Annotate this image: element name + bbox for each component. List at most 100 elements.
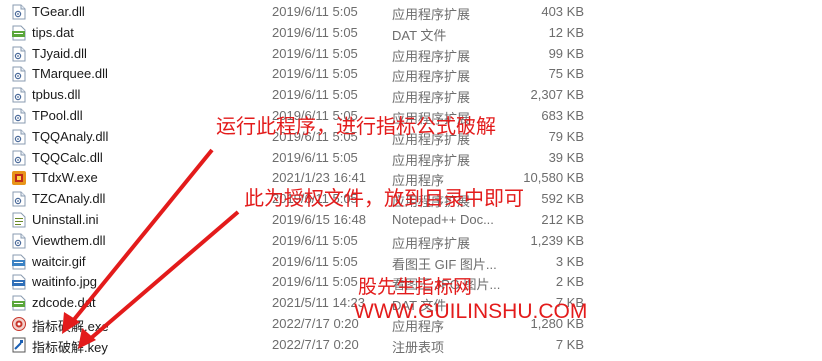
file-type: 应用程序扩展 [392,194,471,210]
file-type: 应用程序扩展 [392,152,471,168]
file-modified-date: 2019/6/11 5:05 [272,128,358,144]
file-type: Notepad++ Doc... [392,212,494,227]
file-size: 2 KB [555,274,584,290]
dll-file-icon [12,66,26,82]
file-row[interactable]: tpbus.dll 2019/6/11 5:05 应用程序扩展 2,307 KB [0,85,822,106]
file-type: 应用程序扩展 [392,235,471,251]
file-row[interactable]: tips.dat 2019/6/11 5:05 DAT 文件 12 KB [0,23,822,44]
file-type: 看图王 GIF 图片... [392,256,497,272]
crack-app-icon [12,316,26,332]
file-type: DAT 文件 [392,27,447,43]
file-row[interactable]: zdcode.dat 2021/5/11 14:23 DAT 文件 7 KB [0,293,822,314]
file-name: tips.dat [32,24,74,40]
file-row[interactable]: TPool.dll 2019/6/11 5:05 应用程序扩展 683 KB [0,106,822,127]
file-name: waitinfo.jpg [32,274,98,290]
file-size: 75 KB [548,66,584,82]
file-modified-date: 2019/6/11 5:05 [272,253,358,269]
file-type: 看图王 JPG 图片... [392,277,501,293]
file-modified-date: 2019/6/11 5:05 [272,108,358,123]
file-row[interactable]: TGear.dll 2019/6/11 5:05 应用程序扩展 403 KB [0,2,822,23]
exe-app-icon [12,170,26,186]
file-name: tpbus.dll [32,87,81,103]
file-name: TMarquee.dll [32,66,108,82]
file-modified-date: 2022/7/17 0:20 [272,336,359,352]
file-name: Viewthem.dll [32,232,106,248]
file-row[interactable]: waitcir.gif 2019/6/11 5:05 看图王 GIF 图片... 3 … [0,252,822,273]
file-size: 79 KB [548,128,584,144]
file-type: 应用程序扩展 [392,48,471,64]
file-type: 应用程序扩展 [392,131,471,147]
file-size: 2,307 KB [530,87,585,103]
file-modified-date: 2019/6/11 5:05 [272,191,358,207]
file-size: 1,239 KB [530,232,585,248]
file-modified-date: 2019/6/11 5:05 [272,66,358,82]
file-modified-date: 2019/6/11 5:05 [272,232,358,248]
file-name: TZCAnaly.dll [32,191,106,207]
file-type: 应用程序扩展 [392,111,471,126]
file-row[interactable]: 指标破解.exe 2022/7/17 0:20 应用程序 1,280 KB [0,314,822,335]
dll-file-icon [12,191,26,207]
file-size: 403 KB [541,4,584,19]
dll-file-icon [12,87,26,103]
file-modified-date: 2019/6/11 5:05 [272,149,358,165]
file-name: TJyaid.dll [32,45,87,61]
file-size: 1,280 KB [530,316,585,331]
file-name: TQQCalc.dll [32,149,103,165]
file-modified-date: 2019/6/11 5:05 [272,4,358,19]
file-modified-date: 2019/6/11 5:05 [272,24,358,40]
file-row[interactable]: TJyaid.dll 2019/6/11 5:05 应用程序扩展 99 KB [0,44,822,65]
file-type: 应用程序扩展 [392,7,471,22]
dat-file-icon [12,25,26,41]
file-name: zdcode.dat [32,295,96,311]
file-size: 212 KB [541,212,584,227]
file-modified-date: 2021/5/11 14:23 [272,295,366,311]
file-name: TTdxW.exe [32,170,98,186]
key-file-icon [12,337,26,353]
file-size: 12 KB [548,24,584,40]
dll-file-icon [12,150,26,166]
dll-file-icon [12,46,26,62]
file-list: TGear.dll 2019/6/11 5:05 应用程序扩展 403 KB tips.… [0,0,822,361]
file-type: 应用程序扩展 [392,69,471,85]
file-row[interactable]: TQQCalc.dll 2019/6/11 5:05 应用程序扩展 39 KB [0,148,822,169]
dll-file-icon [12,108,26,124]
file-modified-date: 2019/6/11 5:05 [272,45,358,61]
jpg-image-icon [12,274,26,290]
file-name: Uninstall.ini [32,212,99,227]
file-size: 3 KB [555,253,584,269]
file-row[interactable]: Uninstall.ini 2019/6/15 16:48 Notepad++ Do… [0,210,822,231]
file-row[interactable]: TZCAnaly.dll 2019/6/11 5:05 应用程序扩展 592 KB [0,189,822,210]
file-size: 10,580 KB [523,170,584,186]
dll-file-icon [12,129,26,145]
file-type: 应用程序扩展 [392,90,471,106]
file-name: TPool.dll [32,108,83,123]
file-modified-date: 2019/6/11 5:05 [272,274,358,290]
file-name: TQQAnaly.dll [32,128,109,144]
file-name: 指标破解.exe [32,319,109,334]
file-name: 指标破解.key [32,339,108,355]
file-type: 应用程序 [392,319,445,334]
file-size: 99 KB [548,45,584,61]
dll-file-icon [12,233,26,249]
file-type: 应用程序 [392,173,445,189]
file-size: 592 KB [541,191,584,207]
dll-file-icon [12,4,26,20]
file-size: 7 KB [555,336,584,352]
file-name: TGear.dll [32,4,85,19]
file-row[interactable]: 指标破解.key 2022/7/17 0:20 注册表项 7 KB [0,335,822,356]
file-row[interactable]: Viewthem.dll 2019/6/11 5:05 应用程序扩展 1,239 KB [0,231,822,252]
file-size: 39 KB [548,149,584,165]
file-row[interactable]: TTdxW.exe 2021/1/23 16:41 应用程序 10,580 KB [0,168,822,189]
file-row[interactable]: TMarquee.dll 2019/6/11 5:05 应用程序扩展 75 KB [0,64,822,85]
file-type: 注册表项 [392,339,445,355]
file-size: 683 KB [541,108,584,123]
ini-file-icon [12,212,26,228]
file-type: DAT 文件 [392,298,447,314]
file-row[interactable]: waitinfo.jpg 2019/6/11 5:05 看图王 JPG 图片... 2… [0,272,822,293]
file-size: 7 KB [555,295,584,311]
gif-image-icon [12,254,26,270]
file-modified-date: 2022/7/17 0:20 [272,316,359,331]
file-row[interactable]: TQQAnaly.dll 2019/6/11 5:05 应用程序扩展 79 KB [0,127,822,148]
file-modified-date: 2019/6/11 5:05 [272,87,358,103]
dat-file-icon [12,295,26,311]
